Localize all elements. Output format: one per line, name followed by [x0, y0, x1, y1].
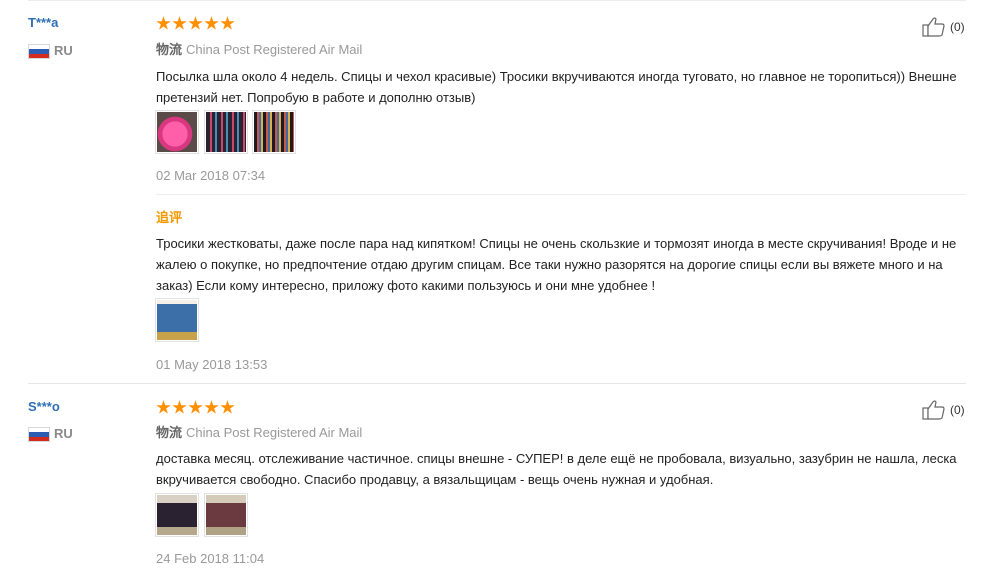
logistics-label: 物流 — [156, 42, 183, 57]
review-photo[interactable] — [204, 110, 248, 154]
followup-date: 01 May 2018 13:53 — [156, 357, 268, 372]
followup-divider — [156, 194, 966, 195]
reviewer-name[interactable]: T***a — [28, 15, 58, 30]
review-text: доставка месяц. отслеживание частичное. … — [156, 451, 957, 487]
like-button[interactable]: (0) — [922, 399, 965, 421]
star-icon — [220, 16, 235, 30]
like-button[interactable]: (0) — [922, 16, 965, 38]
russia-flag-icon — [28, 427, 50, 442]
star-icon — [156, 400, 171, 414]
review-date: 02 Mar 2018 07:34 — [156, 168, 266, 183]
logistics-label: 物流 — [156, 425, 183, 440]
review-photo[interactable] — [155, 110, 199, 154]
star-rating — [156, 400, 235, 416]
star-icon — [220, 400, 235, 414]
reviewer-country: RU — [54, 426, 73, 441]
followup-photo[interactable] — [155, 298, 199, 342]
followup-text: Тросики жестковаты, даже после пара над … — [156, 236, 957, 293]
star-icon — [204, 16, 219, 30]
star-icon — [188, 16, 203, 30]
review-photo[interactable] — [204, 493, 248, 537]
thumbs-up-icon — [922, 400, 945, 420]
review-photo[interactable] — [155, 493, 199, 537]
like-count: (0) — [950, 20, 965, 34]
review-text: Посылка шла около 4 недель. Спицы и чехо… — [156, 69, 957, 105]
logistics-info: 物流 China Post Registered Air Mail — [156, 39, 362, 58]
star-icon — [156, 16, 171, 30]
star-icon — [188, 400, 203, 414]
star-rating — [156, 16, 235, 32]
review-photo[interactable] — [252, 110, 296, 154]
top-border — [28, 0, 966, 1]
logistics-value: China Post Registered Air Mail — [186, 42, 363, 57]
review-separator — [28, 383, 966, 384]
thumbs-up-icon — [922, 17, 945, 37]
reviewer-name[interactable]: S***o — [28, 399, 60, 414]
logistics-value: China Post Registered Air Mail — [186, 425, 363, 440]
logistics-info: 物流 China Post Registered Air Mail — [156, 422, 362, 441]
star-icon — [172, 16, 187, 30]
star-icon — [204, 400, 219, 414]
star-icon — [172, 400, 187, 414]
reviewer-country: RU — [54, 43, 73, 58]
like-count: (0) — [950, 403, 965, 417]
russia-flag-icon — [28, 44, 50, 59]
followup-title: 追评 — [156, 210, 183, 225]
review-date: 24 Feb 2018 11:04 — [156, 551, 265, 566]
